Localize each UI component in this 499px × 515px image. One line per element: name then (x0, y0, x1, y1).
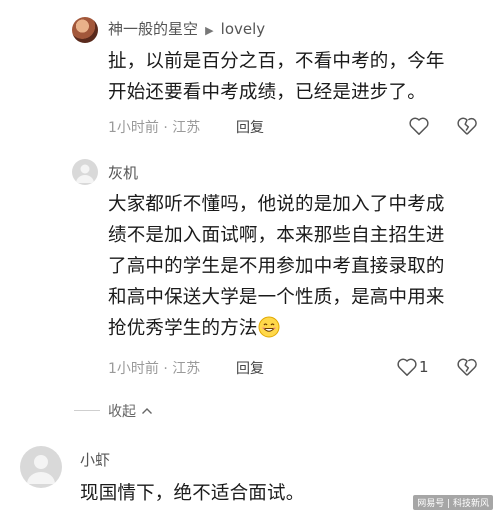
comment-body: 大家都听不懂吗，他说的是加入了中考成 绩不是加入面试啊，本来那些自主招生进 了高… (108, 189, 493, 344)
reply-to-username[interactable]: lovely (221, 20, 266, 38)
comment-line: 大家都听不懂吗，他说的是加入了中考成 (108, 194, 445, 215)
comment-line-last: 抢优秀学生的方法 (108, 313, 493, 344)
heart-icon[interactable] (396, 357, 418, 377)
caret-right-icon: ▶ (205, 24, 214, 37)
divider (74, 410, 100, 411)
comment-line: 抢优秀学生的方法 (108, 318, 258, 339)
comment-meta: 1小时前 · 江苏 (108, 120, 201, 136)
broken-heart-icon[interactable] (456, 116, 478, 136)
smiling-emoji-icon (258, 316, 280, 338)
username[interactable]: 灰机 (108, 162, 138, 183)
chevron-up-icon (142, 408, 153, 414)
reply-button[interactable]: 回复 (236, 358, 264, 378)
like-count: 1 (419, 358, 429, 376)
comment-line: 了高中的学生是不用参加中考直接录取的 (108, 256, 445, 277)
reply-button[interactable]: 回复 (236, 117, 264, 137)
username[interactable]: 神一般的星空 (108, 20, 198, 38)
collapse-label: 收起 (108, 404, 136, 420)
username[interactable]: 小虾 (80, 449, 110, 470)
avatar[interactable] (72, 17, 98, 43)
comment-body: 现国情下，绝不适合面试。 (80, 478, 304, 509)
comment-line: 绩不是加入面试啊，本来那些自主招生进 (108, 225, 445, 246)
collapse-button[interactable]: 收起 (108, 401, 153, 421)
comment-line: 现国情下，绝不适合面试。 (80, 483, 305, 504)
default-avatar-icon (76, 164, 94, 183)
broken-heart-icon[interactable] (456, 357, 478, 377)
heart-icon[interactable] (408, 116, 430, 136)
avatar[interactable] (20, 446, 62, 488)
comment-line: 扯，以前是百分之百，不看中考的，今年 (108, 51, 445, 72)
comment-meta: 1小时前 · 江苏 (108, 361, 201, 377)
watermark: 网易号 | 科技新风 (413, 495, 493, 510)
comment-line: 和高中保送大学是一个性质，是高中用来 (108, 287, 445, 308)
comment-body: 扯，以前是百分之百，不看中考的，今年 开始还要看中考成绩，已经是进步了。 (108, 46, 488, 108)
default-avatar-icon (27, 455, 55, 484)
comment-line: 开始还要看中考成绩，已经是进步了。 (108, 82, 426, 103)
avatar[interactable] (72, 159, 98, 185)
comment-header: 神一般的星空 ▶ lovely (108, 18, 265, 39)
